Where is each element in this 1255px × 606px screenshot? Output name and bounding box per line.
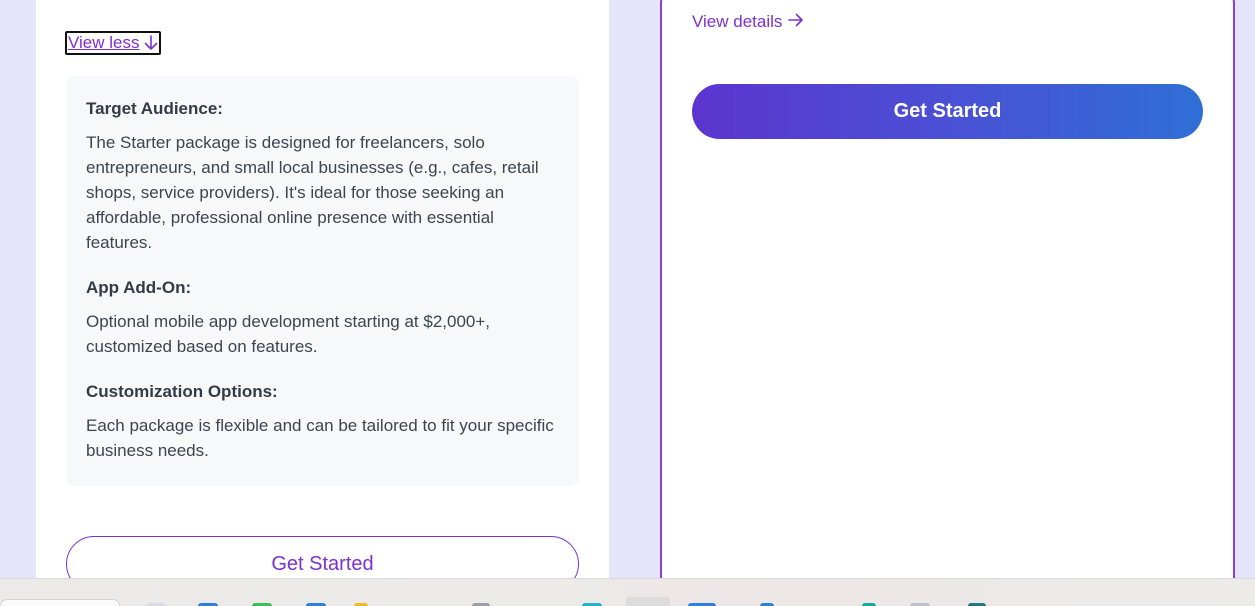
package-details-panel: Target Audience: The Starter package is … xyxy=(66,76,579,486)
get-started-featured-button[interactable]: Get Started xyxy=(692,84,1203,139)
section-body-customization: Each package is flexible and can be tail… xyxy=(86,416,554,460)
section-body-app-add-on: Optional mobile app development starting… xyxy=(86,312,491,356)
section-heading-customization: Customization Options: xyxy=(86,382,278,401)
taskbar xyxy=(0,578,1255,606)
taskbar-search-box[interactable] xyxy=(0,599,120,606)
featured-package-card: View details Get Started xyxy=(660,0,1235,586)
section-body-target-audience: The Starter package is designed for free… xyxy=(86,133,539,252)
arrow-down-icon xyxy=(144,35,158,51)
view-less-link[interactable]: View less xyxy=(65,31,161,55)
view-details-label: View details xyxy=(692,12,783,31)
active-app-icon[interactable] xyxy=(626,597,670,606)
starter-package-card: View less Target Audience: The Starter p… xyxy=(36,0,609,592)
section-heading-target-audience: Target Audience: xyxy=(86,99,223,118)
view-less-label: View less xyxy=(68,33,140,52)
page: View less Target Audience: The Starter p… xyxy=(0,0,1255,606)
section-heading-app-add-on: App Add-On: xyxy=(86,278,192,297)
view-details-link[interactable]: View details xyxy=(692,12,804,32)
arrow-right-icon xyxy=(788,12,804,32)
